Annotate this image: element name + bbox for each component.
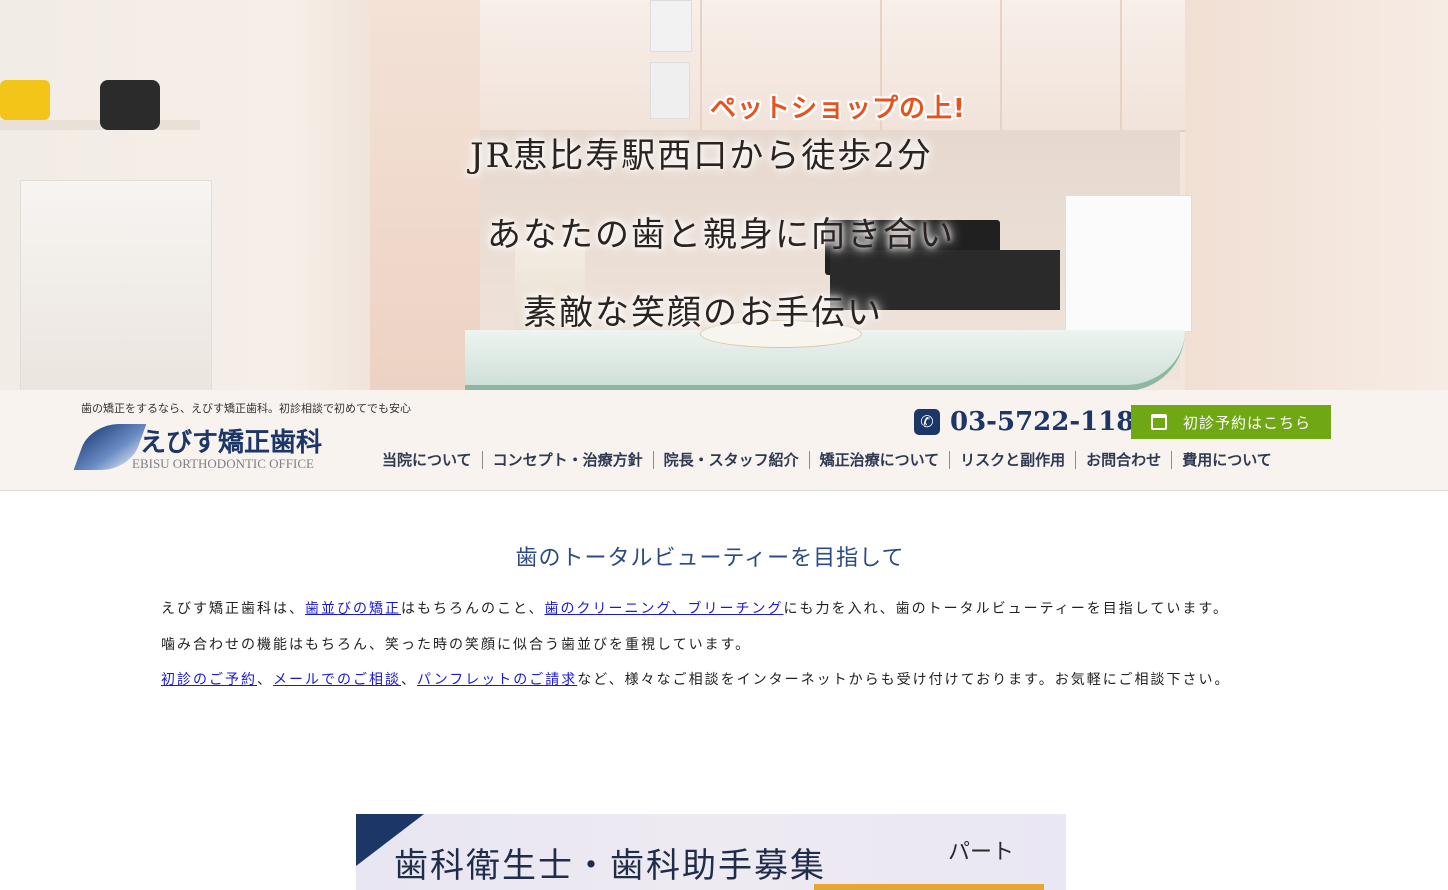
- site-tagline: 歯の矯正をするなら、えびす矯正歯科。初診相談で初めてでも安心: [81, 402, 411, 415]
- nav-item-fees[interactable]: 費用について: [1172, 451, 1282, 469]
- link-email-consult[interactable]: メールでのご相談: [273, 672, 401, 688]
- separator: 、: [257, 672, 273, 688]
- phone-contact[interactable]: ✆ 03-5722-1182: [914, 405, 1153, 439]
- nav-item-about[interactable]: 当院について: [372, 451, 483, 469]
- intro-text: えびす矯正歯科は、歯並びの矯正はもちろんのこと、歯のクリーニング、ブリーチングに…: [161, 592, 1271, 699]
- link-pamphlet[interactable]: パンフレットのご請求: [417, 672, 577, 688]
- banner-part-badge: パート: [948, 840, 1015, 865]
- intro-paragraph-3: 初診のご予約、メールでのご相談、パンフレットのご請求など、様々なご相談をインター…: [161, 663, 1271, 699]
- link-orthodontics[interactable]: 歯並びの矯正: [305, 601, 401, 617]
- hero-switch-plate: [650, 0, 692, 52]
- nav-item-contact[interactable]: お問合わせ: [1076, 451, 1173, 469]
- link-cleaning-bleaching[interactable]: 歯のクリーニング、ブリーチング: [544, 601, 783, 617]
- reserve-button[interactable]: 初診予約はこちら: [1131, 405, 1331, 439]
- hero-switch-plate: [650, 62, 690, 119]
- phone-icon: ✆: [914, 409, 940, 435]
- intro-text-span: はもちろんのこと、: [401, 601, 545, 617]
- section-title: 歯のトータルビューティーを目指して: [515, 546, 905, 571]
- nav-item-staff[interactable]: 院長・スタッフ紹介: [654, 451, 810, 469]
- hero-right-wall: [1185, 0, 1448, 390]
- global-nav: 当院について コンセプト・治療方針 院長・スタッフ紹介 矯正治療について リスク…: [372, 451, 1282, 469]
- intro-paragraph-1: えびす矯正歯科は、歯並びの矯正はもちろんのこと、歯のクリーニング、ブリーチングに…: [161, 592, 1271, 628]
- separator: 、: [401, 672, 417, 688]
- hero-catch-line-1: JR恵比寿駅西口から徒歩2分: [470, 136, 933, 176]
- hero-yellow-box: [0, 80, 50, 120]
- reserve-button-label: 初診予約はこちら: [1182, 413, 1311, 432]
- phone-number: 03-5722-1182: [950, 407, 1153, 437]
- hero-camera: [100, 80, 160, 130]
- hero-catch-line-2: あなたの歯と親身に向き合い: [487, 215, 955, 255]
- recruit-banner[interactable]: 歯科衛生士・歯科助手募集 パート: [356, 814, 1066, 890]
- nav-item-concept[interactable]: コンセプト・治療方針: [483, 451, 654, 469]
- logo-english-name: EBISU ORTHODONTIC OFFICE: [132, 456, 314, 471]
- intro-paragraph-2: 噛み合わせの機能はもちろん、笑った時の笑顔に似合う歯並びを重視しています。: [161, 636, 752, 653]
- intro-text-span: など、様々なご相談をインターネットからも受け付けております。お気軽にご相談下さい…: [577, 672, 1231, 688]
- intro-text-span: にも力を入れ、歯のトータルビューティーを目指しています。: [783, 601, 1229, 617]
- banner-stripe: [814, 884, 1044, 890]
- banner-title: 歯科衛生士・歯科助手募集: [394, 846, 826, 886]
- site-logo[interactable]: えびす矯正歯科 EBISU ORTHODONTIC OFFICE: [73, 422, 342, 472]
- nav-item-risks[interactable]: リスクと副作用: [950, 451, 1077, 469]
- intro-text-span: えびす矯正歯科は、: [161, 601, 305, 617]
- hero-left-cabinet: [20, 180, 212, 390]
- logo-name: えびす矯正歯科: [140, 428, 323, 458]
- nav-item-treatment[interactable]: 矯正治療について: [810, 451, 951, 469]
- hero-door-line: [1000, 0, 1002, 130]
- hero-door-line: [700, 0, 702, 130]
- hero-door-line: [1120, 0, 1122, 130]
- hero-calendar: [1065, 195, 1192, 332]
- calendar-icon: [1150, 414, 1167, 430]
- link-first-visit[interactable]: 初診のご予約: [161, 672, 257, 688]
- pet-shop-tag: ペットショップの上!: [710, 94, 966, 124]
- hero-catch-line-3: 素敵な笑顔のお手伝い: [523, 293, 883, 333]
